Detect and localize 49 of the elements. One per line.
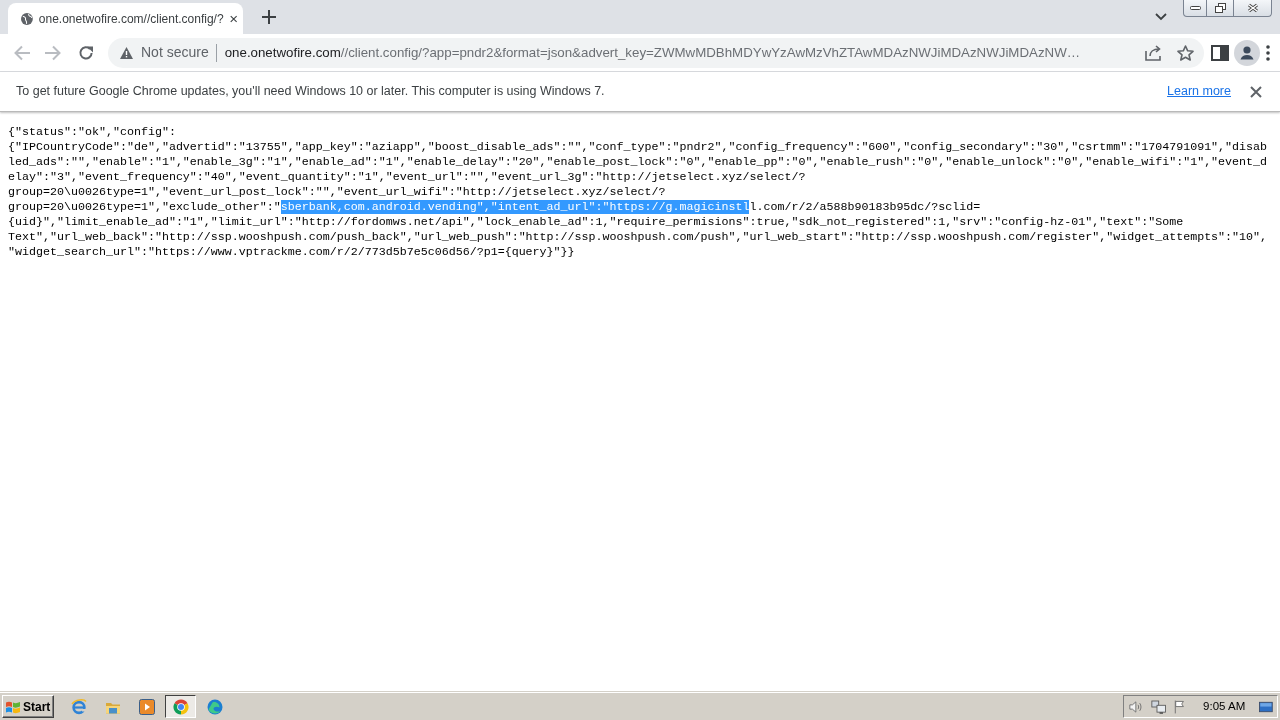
infobar-message: To get future Google Chrome updates, you'll need Windows 10 or later. This computer is using Windows 7. [16, 83, 605, 101]
json-text: l.com/r/2/a588b90183b95dc/?sclid= [749, 200, 981, 214]
selected-text: sberbank,com.android.vending","intent_ad_url":"https://g.magicinstl [280, 200, 750, 214]
chevron-down-icon[interactable] [1155, 13, 1167, 21]
restore-icon [1214, 3, 1226, 13]
close-icon[interactable] [1250, 85, 1262, 98]
json-text: {uid}","limit_enable_ad":"1","limit_url":"http://fordomws.net/api","lock_enable_ad":1,"require_permisions":true,"sdk_not_registered":1,"srv":"config-hz-01","text":"Some [8, 215, 1184, 229]
learn-more-link[interactable]: Learn more [1167, 82, 1231, 101]
restore-button[interactable] [1207, 0, 1234, 17]
swirl-logo-icon [206, 698, 223, 715]
avatar-icon[interactable] [1234, 39, 1260, 66]
json-text: group=20\u0026type=1","event_url_post_lock":"","event_url_wifi":"http://jetselect.xyz/select/? [8, 185, 666, 199]
taskbar-app-button[interactable] [165, 695, 196, 718]
side-panel-icon[interactable] [1211, 44, 1229, 61]
reload-icon [78, 44, 94, 61]
warning-icon [120, 46, 133, 59]
speaker-icon[interactable] [1129, 699, 1143, 714]
json-text: {"status":"ok","config": [8, 125, 176, 139]
close-icon [1246, 3, 1259, 13]
right-arrow-icon [45, 44, 61, 61]
json-text: led_ads":"","enable":"1","enable_3g":"1","enable_ad":"1","enable_delay":"20","enable_post_lock":"0","enable_pp":"0","enable_rush":"0","enable_unlock":"0","enable_wifi":"1","event_d [8, 155, 1268, 169]
close-window-button[interactable] [1234, 0, 1272, 17]
start-button[interactable]: Start [2, 695, 54, 718]
menu-icon[interactable] [1266, 44, 1270, 61]
minimize-icon [1189, 6, 1201, 10]
left-arrow-icon [14, 44, 30, 61]
share-icon[interactable] [1145, 44, 1163, 61]
url-text: one.onetwofire.com//client.config/?app=pndr2&format=json&advert_key=ZWMwMDBhMDYwYzAwMzVhZTAwMDAzNWJiMDAzNWJiMDAzNW… [224, 43, 1080, 62]
json-text: group=20\u0026type=1","exclude_other":" [8, 200, 281, 214]
minimize-button[interactable] [1183, 0, 1207, 17]
browser-tab[interactable]: one.onetwofire.com//client.config/? [8, 3, 243, 34]
star-icon[interactable] [1177, 44, 1194, 61]
windows-flag-icon [5, 699, 21, 714]
network-icon[interactable] [1150, 698, 1167, 715]
address-bar[interactable]: Not secure one.onetwofire.com//client.config/?app=pndr2&format=json&advert_key=ZWMwMDBhMDYwYzAwMzVhZTAwMDAzNWJiMDAzNWJiMDAzNW… [108, 37, 1204, 68]
json-text: Text","url_web_back":"http://ssp.wooshpush.com/push_back","url_web_push":"http://ssp.wooshpush.com/push","url_web_start":"http://ssp.wooshpush.com/register","widget_attempts":"10", [8, 230, 1268, 244]
json-text: elay":"3","event_frequency":"40","event_quantity":"1","event_url":"","event_url_3g":"http://jetselect.xyz/select/? [8, 170, 806, 184]
circle-logo-icon [172, 698, 189, 715]
close-icon[interactable] [229, 13, 237, 24]
play-icon [138, 698, 155, 715]
globe-icon [21, 10, 33, 27]
json-text: {"IPCountryCode":"de","advertid":"13755","app_key":"aziapp","boost_disable_ads":"","conf_type":"pndr2","config_frequency":"600","config_secondary":"30","csrtmm":"1704791091","disab [8, 140, 1268, 154]
security-indicator-button[interactable]: Not secure [114, 40, 209, 65]
plus-icon[interactable] [262, 10, 276, 24]
clock-text: 9:05 AM [1203, 698, 1246, 714]
json-text: "widget_search_url":"https://www.vptrackme.com/r/2/773d5b7e5c06d56/?p1={query}"}} [8, 245, 575, 259]
e-logo-icon [70, 698, 87, 715]
show-desktop-icon[interactable] [1259, 700, 1273, 713]
flag-icon[interactable] [1174, 698, 1187, 715]
